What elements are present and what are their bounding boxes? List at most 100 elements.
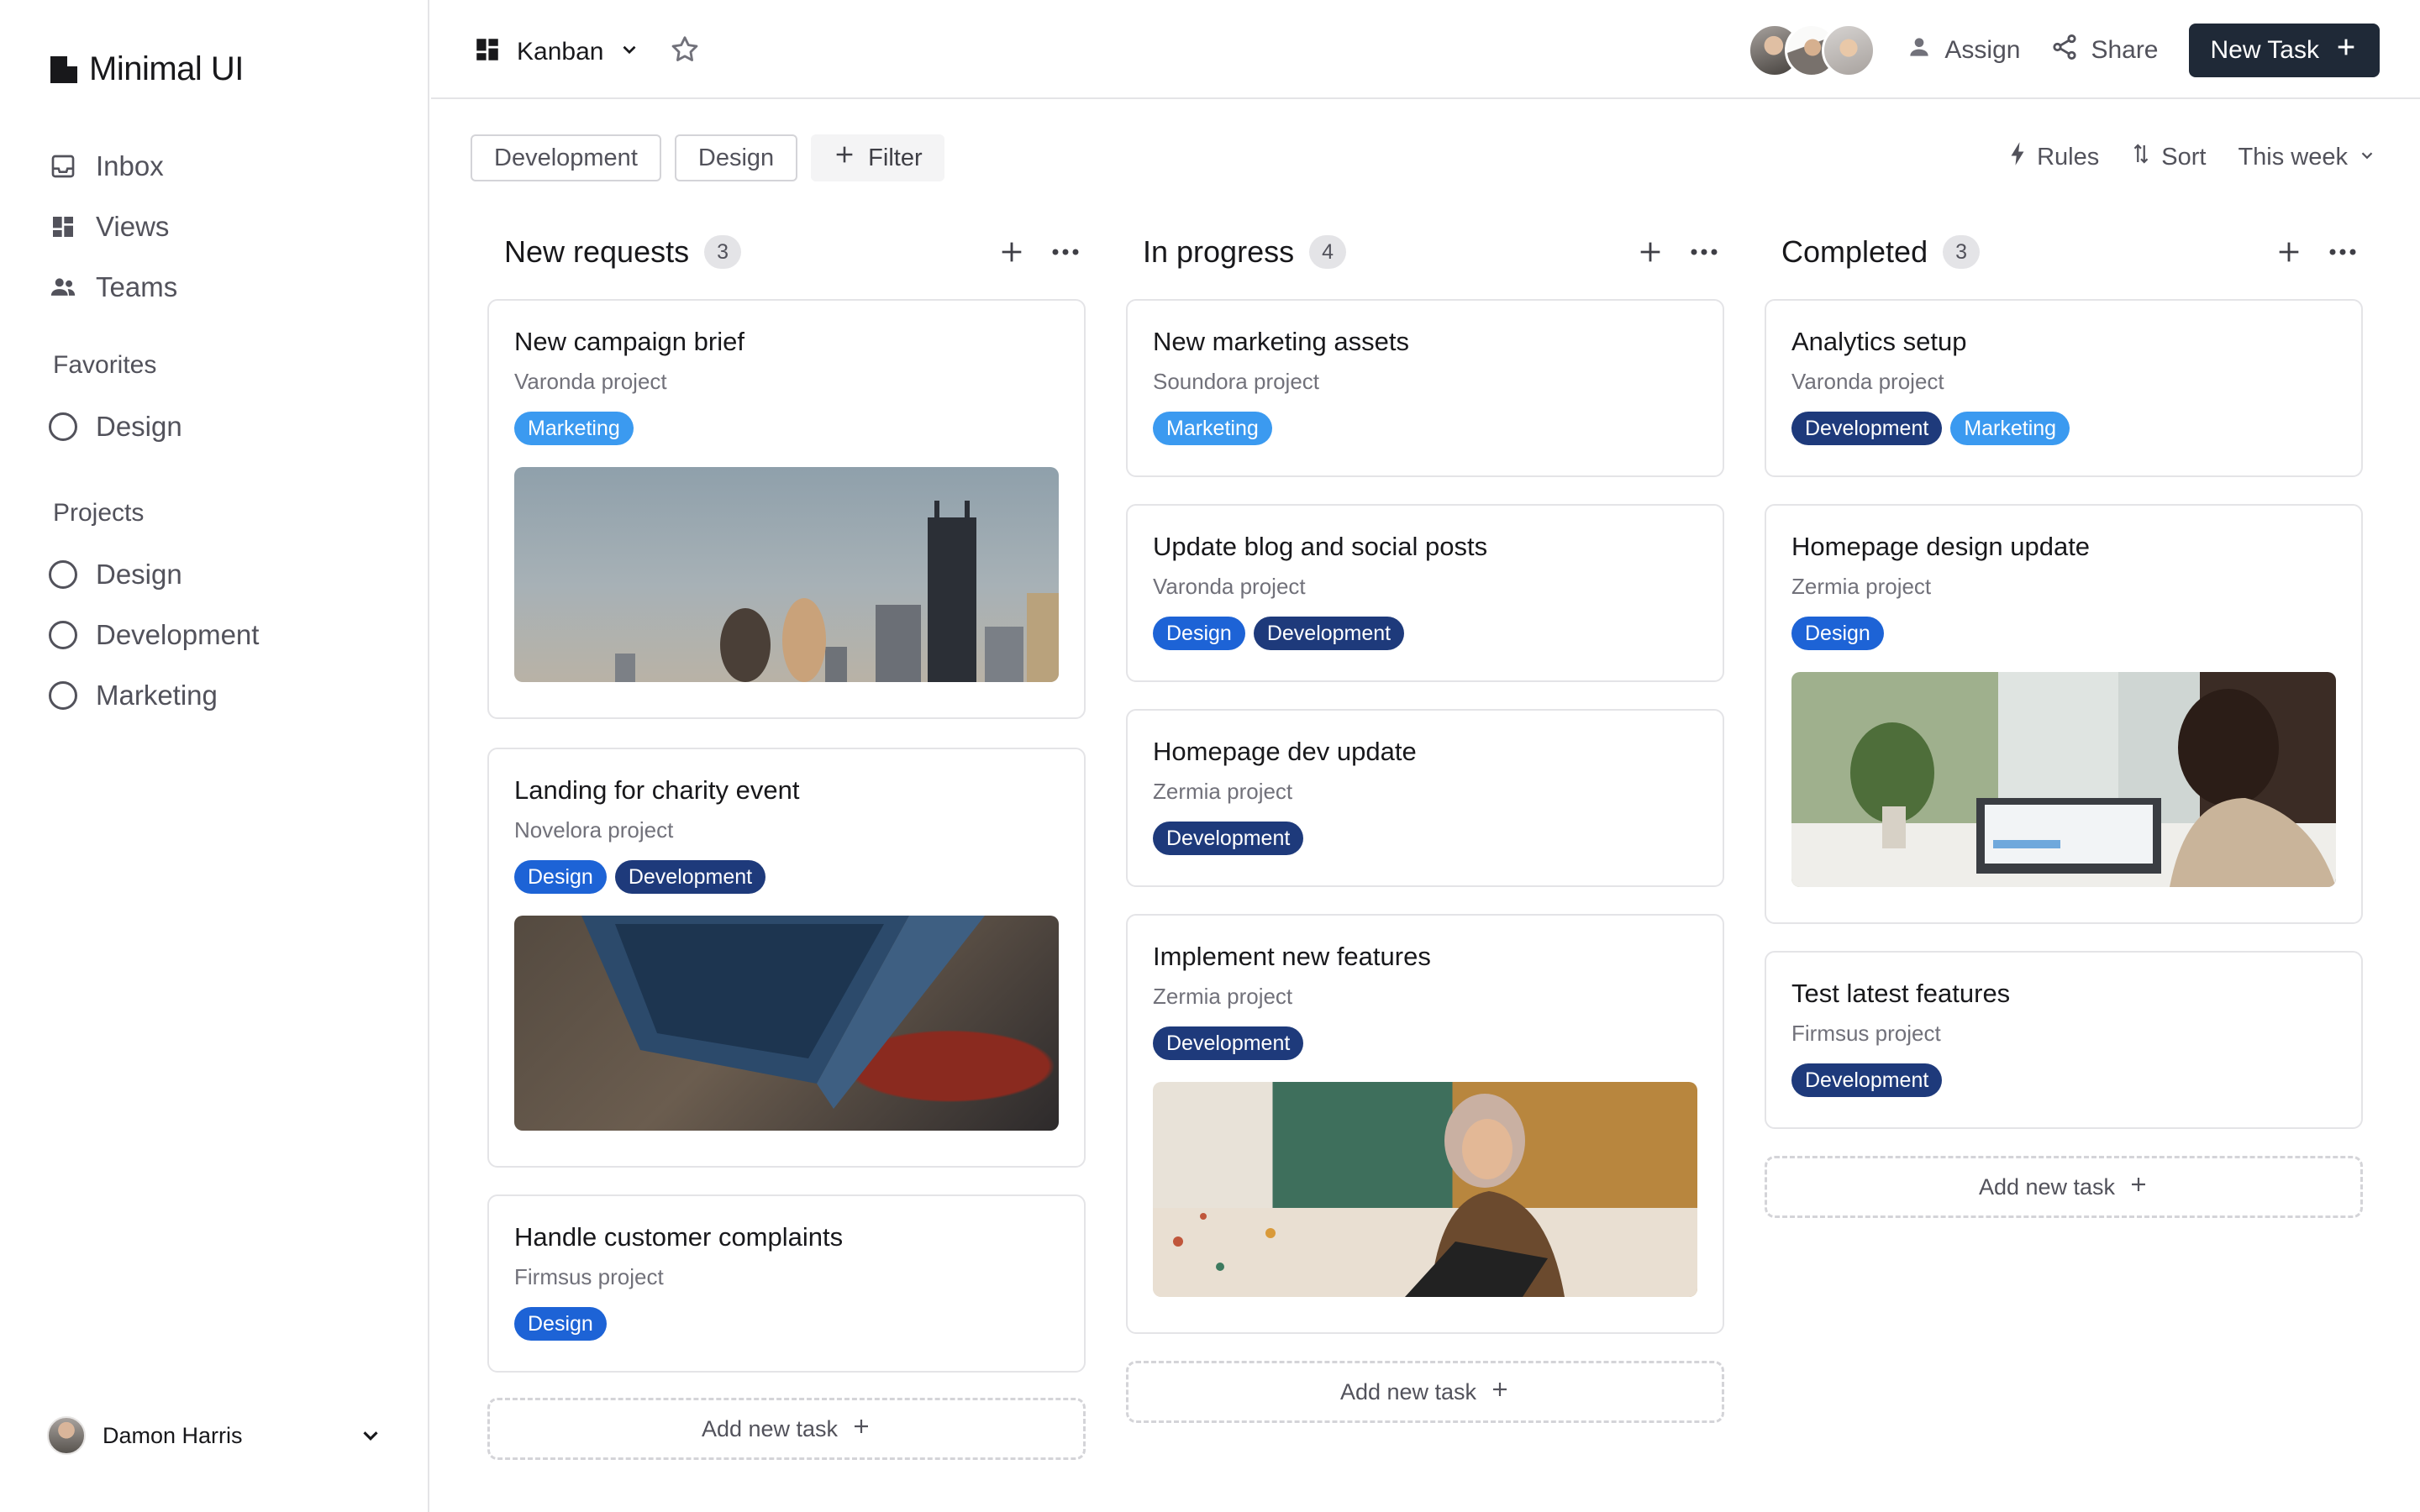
task-card[interactable]: Implement new features Zermia project De… — [1126, 914, 1724, 1334]
chevron-down-icon[interactable] — [358, 1423, 383, 1448]
card-project: Varonda project — [1153, 574, 1306, 600]
task-card[interactable]: Homepage dev update Zermia project Devel… — [1126, 709, 1724, 887]
assign-button[interactable]: Assign — [1906, 34, 2020, 67]
task-card[interactable]: Homepage design update Zermia project De… — [1765, 504, 2363, 924]
brand-name: Minimal UI — [89, 50, 244, 87]
brand[interactable]: Minimal UI — [50, 50, 244, 88]
more-icon[interactable] — [1689, 237, 1719, 267]
tag-development: Development — [1253, 617, 1405, 651]
inbox-icon — [49, 152, 77, 181]
plus-icon — [2334, 35, 2358, 66]
card-project: Zermia project — [1791, 574, 1932, 600]
column-new-requests: New requests 3 New campaign brief Varond… — [487, 227, 1086, 1460]
task-card[interactable]: Handle customer complaints Firmsus proje… — [487, 1194, 1086, 1373]
column-header: New requests 3 — [487, 227, 1086, 277]
user-menu[interactable]: Damon Harris — [47, 1416, 383, 1455]
member-avatars[interactable] — [1748, 24, 1876, 77]
tag-marketing: Marketing — [1153, 412, 1272, 446]
share-icon — [2050, 33, 2079, 68]
video-call-photo — [1153, 1082, 1697, 1298]
star-icon[interactable] — [669, 34, 701, 70]
plus-icon[interactable] — [2274, 237, 2304, 267]
column-title: New requests — [504, 234, 690, 269]
chevron-down-icon — [2358, 144, 2376, 171]
task-card[interactable]: New marketing assets Soundora project Ma… — [1126, 299, 1724, 477]
add-task-button[interactable]: Add new task — [487, 1398, 1086, 1460]
plus-icon[interactable] — [1635, 237, 1665, 267]
filter-label: Filter — [868, 144, 923, 171]
sort-icon — [2131, 141, 2151, 173]
period-select[interactable]: This week — [2238, 144, 2376, 171]
project-item-development[interactable]: Development — [49, 605, 259, 665]
circle-icon — [49, 681, 77, 710]
project-item-design[interactable]: Design — [49, 544, 259, 605]
card-project: Novelora project — [514, 817, 674, 843]
card-project: Varonda project — [514, 369, 667, 395]
task-card[interactable]: Landing for charity event Novelora proje… — [487, 748, 1086, 1168]
new-task-button[interactable]: New Task — [2188, 24, 2380, 77]
filter-chips: Development Design Filter — [471, 134, 944, 181]
tag-marketing: Marketing — [1950, 412, 2070, 446]
card-title: Homepage dev update — [1153, 737, 1417, 766]
column-header: Completed 3 — [1765, 227, 2363, 277]
city-photo — [514, 467, 1059, 683]
more-icon[interactable] — [2328, 237, 2358, 267]
favorite-item-design[interactable]: Design — [49, 396, 182, 457]
tag-development: Development — [1153, 1026, 1304, 1061]
add-task-button[interactable]: Add new task — [1126, 1361, 1724, 1423]
circle-icon — [49, 621, 77, 649]
card-title: Test latest features — [1791, 979, 2011, 1008]
period-label: This week — [2238, 143, 2348, 171]
favorites-title: Favorites — [53, 351, 157, 379]
sort-button[interactable]: Sort — [2131, 141, 2206, 173]
tag-development: Development — [1153, 822, 1304, 856]
assign-label: Assign — [1944, 36, 2021, 64]
sidebar-item-teams[interactable]: Teams — [49, 257, 177, 318]
plus-icon — [1490, 1379, 1510, 1405]
projects-title: Projects — [53, 499, 145, 527]
column-count: 4 — [1309, 235, 1347, 269]
view-switcher[interactable]: Kanban — [473, 34, 701, 70]
sidebar-item-inbox[interactable]: Inbox — [49, 136, 177, 197]
add-task-button[interactable]: Add new task — [1765, 1156, 2363, 1218]
chip-development[interactable]: Development — [471, 134, 661, 181]
tag-design: Design — [1153, 617, 1245, 651]
filter-button[interactable]: Filter — [811, 134, 944, 181]
sidebar-item-views[interactable]: Views — [49, 197, 177, 257]
share-label: Share — [2091, 36, 2159, 64]
lightning-icon — [2008, 141, 2027, 173]
rules-button[interactable]: Rules — [2008, 141, 2099, 173]
add-task-label: Add new task — [1339, 1378, 1477, 1404]
task-card[interactable]: Analytics setup Varonda project Developm… — [1765, 299, 2363, 477]
task-card[interactable]: Update blog and social posts Varonda pro… — [1126, 504, 1724, 682]
project-label: Design — [96, 559, 182, 590]
column-completed: Completed 3 Analytics setup Varonda proj… — [1765, 227, 2363, 1218]
task-card[interactable]: Test latest features Firmsus project Dev… — [1765, 951, 2363, 1129]
card-title: Homepage design update — [1791, 532, 2091, 561]
chip-design[interactable]: Design — [674, 134, 798, 181]
sidebar-item-label: Views — [96, 211, 170, 242]
card-project: Zermia project — [1153, 984, 1293, 1010]
top-bar: Kanban Assign Share New Task — [431, 0, 2420, 99]
sidebar: Minimal UI Inbox Views Teams Favorites D… — [0, 0, 429, 1512]
card-title: Update blog and social posts — [1153, 532, 1488, 561]
tag-development: Development — [1791, 1063, 1943, 1098]
app: Minimal UI Inbox Views Teams Favorites D… — [0, 0, 2420, 1512]
plus-icon[interactable] — [997, 237, 1027, 267]
column-header: In progress 4 — [1126, 227, 1724, 277]
grid-icon — [49, 213, 77, 241]
sidebar-item-label: Inbox — [96, 150, 164, 181]
share-button[interactable]: Share — [2050, 33, 2159, 68]
circle-icon — [49, 560, 77, 589]
favorites-list: Design — [49, 396, 182, 457]
column-count: 3 — [704, 235, 742, 269]
avatar — [47, 1416, 86, 1455]
card-project: Firmsus project — [514, 1264, 664, 1290]
project-item-marketing[interactable]: Marketing — [49, 665, 259, 726]
column-in-progress: In progress 4 New marketing assets Sound… — [1126, 227, 1724, 1423]
tag-design: Design — [514, 1307, 607, 1341]
task-card[interactable]: New campaign brief Varonda project Marke… — [487, 299, 1086, 719]
column-title: Completed — [1781, 234, 1928, 269]
tag-marketing: Marketing — [514, 412, 634, 446]
more-icon[interactable] — [1050, 237, 1081, 267]
